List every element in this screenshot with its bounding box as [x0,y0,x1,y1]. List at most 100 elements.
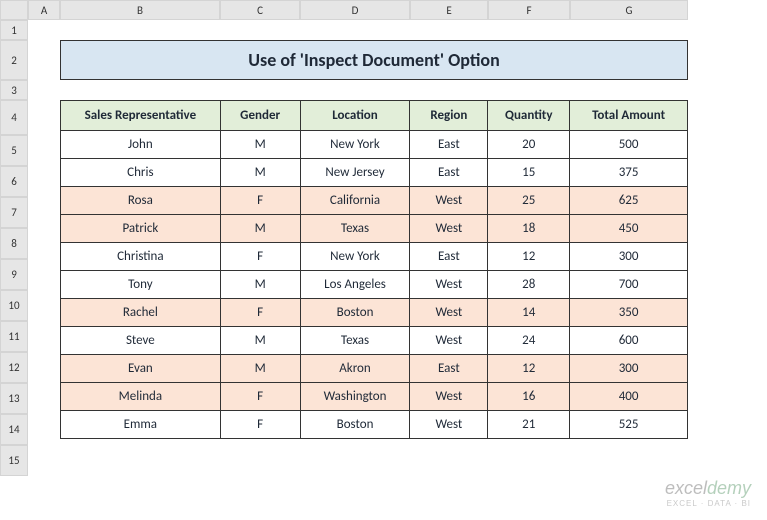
row-header-12[interactable]: 12 [0,352,28,383]
header-gender[interactable]: Gender [220,101,300,131]
cell-location[interactable]: Texas [300,327,410,355]
cell-quantity[interactable]: 12 [488,355,570,383]
cell-quantity[interactable]: 25 [488,187,570,215]
cell-location[interactable]: Boston [300,299,410,327]
cell-quantity[interactable]: 14 [488,299,570,327]
cell-region[interactable]: West [410,327,488,355]
col-header-g[interactable]: G [570,0,688,20]
cell-rep[interactable]: Melinda [61,383,221,411]
cell-region[interactable]: East [410,159,488,187]
cell-rep[interactable]: Evan [61,355,221,383]
cell-total[interactable]: 300 [570,243,688,271]
table-row: JohnMNew YorkEast20500 [61,131,688,159]
cell-region[interactable]: West [410,187,488,215]
cell-total[interactable]: 400 [570,383,688,411]
row-header-7[interactable]: 7 [0,197,28,228]
cell-gender[interactable]: M [220,131,300,159]
cell-quantity[interactable]: 12 [488,243,570,271]
col-header-f[interactable]: F [488,0,570,20]
row-header-8[interactable]: 8 [0,228,28,259]
cell-rep[interactable]: Rosa [61,187,221,215]
cell-total[interactable]: 350 [570,299,688,327]
cell-total[interactable]: 700 [570,271,688,299]
cell-total[interactable]: 600 [570,327,688,355]
col-header-a[interactable]: A [28,0,60,20]
cell-gender[interactable]: M [220,327,300,355]
row-header-10[interactable]: 10 [0,290,28,321]
cell-quantity[interactable]: 18 [488,215,570,243]
cell-location[interactable]: Washington [300,383,410,411]
cell-location[interactable]: New York [300,131,410,159]
cell-gender[interactable]: M [220,159,300,187]
cell-rep[interactable]: Patrick [61,215,221,243]
cell-location[interactable]: Texas [300,215,410,243]
header-sales-rep[interactable]: Sales Representative [61,101,221,131]
cell-gender[interactable]: F [220,299,300,327]
table-row: MelindaFWashingtonWest16400 [61,383,688,411]
cell-location[interactable]: California [300,187,410,215]
cell-gender[interactable]: F [220,411,300,439]
row-header-4[interactable]: 4 [0,100,28,135]
row-header-6[interactable]: 6 [0,166,28,197]
cell-region[interactable]: West [410,411,488,439]
cell-quantity[interactable]: 24 [488,327,570,355]
cell-region[interactable]: West [410,271,488,299]
cell-quantity[interactable]: 16 [488,383,570,411]
cell-gender[interactable]: M [220,271,300,299]
cell-total[interactable]: 450 [570,215,688,243]
select-all-corner[interactable] [0,0,28,20]
row-header-13[interactable]: 13 [0,383,28,414]
cell-rep[interactable]: Steve [61,327,221,355]
cell-location[interactable]: New York [300,243,410,271]
row-header-5[interactable]: 5 [0,135,28,166]
cell-gender[interactable]: M [220,215,300,243]
row-header-9[interactable]: 9 [0,259,28,290]
col-header-c[interactable]: C [220,0,300,20]
cell-region[interactable]: East [410,355,488,383]
cell-total[interactable]: 300 [570,355,688,383]
cell-total[interactable]: 500 [570,131,688,159]
cell-quantity[interactable]: 28 [488,271,570,299]
col-header-b[interactable]: B [60,0,220,20]
cell-region[interactable]: West [410,215,488,243]
cell-rep[interactable]: Christina [61,243,221,271]
cell-gender[interactable]: F [220,187,300,215]
cell-gender[interactable]: F [220,383,300,411]
cell-quantity[interactable]: 15 [488,159,570,187]
cell-location[interactable]: Los Angeles [300,271,410,299]
row-header-1[interactable]: 1 [0,20,28,40]
cell-rep[interactable]: Tony [61,271,221,299]
cell-rep[interactable]: Emma [61,411,221,439]
cell-total[interactable]: 375 [570,159,688,187]
cell-region[interactable]: East [410,131,488,159]
cell-location[interactable]: Boston [300,411,410,439]
col-header-e[interactable]: E [410,0,488,20]
cell-region[interactable]: East [410,243,488,271]
header-region[interactable]: Region [410,101,488,131]
cell-location[interactable]: New Jersey [300,159,410,187]
row-header-2[interactable]: 2 [0,40,28,80]
row-header-3[interactable]: 3 [0,80,28,100]
header-quantity[interactable]: Quantity [488,101,570,131]
cell-location[interactable]: Akron [300,355,410,383]
cell-total[interactable]: 525 [570,411,688,439]
cell-total[interactable]: 625 [570,187,688,215]
cell-quantity[interactable]: 21 [488,411,570,439]
cell-rep[interactable]: John [61,131,221,159]
col-header-d[interactable]: D [300,0,410,20]
cell-gender[interactable]: M [220,355,300,383]
row-header-14[interactable]: 14 [0,414,28,445]
cell-rep[interactable]: Rachel [61,299,221,327]
cell-gender[interactable]: F [220,243,300,271]
cell-region[interactable]: West [410,383,488,411]
table-row: TonyMLos AngelesWest28700 [61,271,688,299]
header-location[interactable]: Location [300,101,410,131]
row-header-11[interactable]: 11 [0,321,28,352]
row-headers: 1 2 3 4 5 6 7 8 9 10 11 12 13 14 15 [0,20,28,476]
cell-quantity[interactable]: 20 [488,131,570,159]
row-header-15[interactable]: 15 [0,445,28,476]
watermark-tagline: EXCEL · DATA · BI [665,499,751,508]
cell-rep[interactable]: Chris [61,159,221,187]
cell-region[interactable]: West [410,299,488,327]
header-total-amount[interactable]: Total Amount [570,101,688,131]
